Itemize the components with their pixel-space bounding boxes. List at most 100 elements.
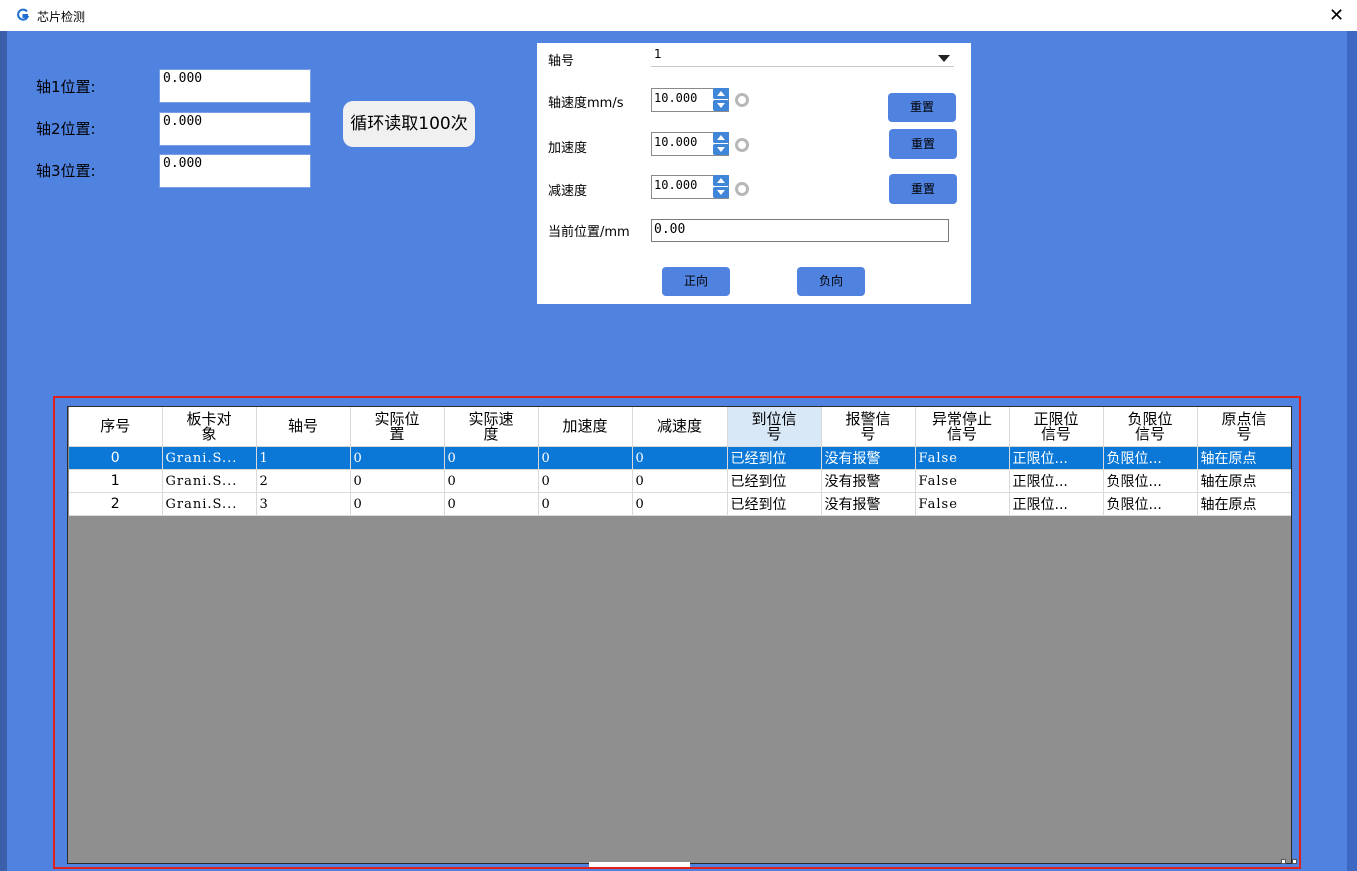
cell-card[interactable]: Grani.S... (162, 469, 257, 493)
grid-resize-handle[interactable] (1281, 859, 1286, 864)
cell-actual-position[interactable]: 0 (350, 446, 445, 470)
cell-acceleration[interactable]: 0 (538, 469, 633, 493)
column-header-abnormal-stop[interactable]: 异常停止信号 (915, 407, 1010, 447)
axis-speed-label: 轴速度mm/s (548, 96, 624, 111)
axis-status-grid[interactable]: 序号 板卡对象 轴号 实际位置 实际速度 加速度 减速度 到位信号 报警信号 异… (67, 406, 1292, 864)
table-row[interactable]: 2 Grani.S... 3 0 0 0 0 已经到位 没有报警 False 正… (69, 492, 1291, 516)
axis1-position-field[interactable]: 0.000 (159, 69, 311, 103)
deceleration-spinner[interactable] (713, 175, 729, 199)
close-button[interactable]: ✕ (1316, 0, 1357, 31)
cell-index[interactable]: 1 (69, 469, 163, 493)
axis3-position-field[interactable]: 0.000 (159, 154, 311, 188)
spin-up-icon[interactable] (713, 175, 729, 186)
axis-number-value: 1 (654, 47, 662, 61)
cell-positive-limit[interactable]: 正限位... (1009, 446, 1104, 470)
cell-card[interactable]: Grani.S... (162, 446, 257, 470)
cell-in-position[interactable]: 已经到位 (727, 492, 822, 516)
cell-acceleration[interactable]: 0 (538, 492, 633, 516)
axis-speed-spinner[interactable] (713, 88, 729, 112)
cell-in-position[interactable]: 已经到位 (727, 446, 822, 470)
background-window-edge-right (1347, 31, 1357, 871)
table-row[interactable]: 0 Grani.S... 1 0 0 0 0 已经到位 没有报警 False 正… (69, 446, 1291, 470)
cell-origin[interactable]: 轴在原点 (1197, 446, 1291, 470)
cell-actual-position[interactable]: 0 (350, 469, 445, 493)
forward-button[interactable]: 正向 (662, 267, 730, 296)
cell-actual-position[interactable]: 0 (350, 492, 445, 516)
cell-card[interactable]: Grani.S... (162, 492, 257, 516)
column-header-actual-position[interactable]: 实际位置 (350, 407, 445, 447)
acceleration-input[interactable]: 10.000 (651, 132, 729, 156)
axis-number-select[interactable]: 1 (651, 47, 954, 67)
cell-in-position[interactable]: 已经到位 (727, 469, 822, 493)
cell-actual-speed[interactable]: 0 (444, 469, 539, 493)
cell-index[interactable]: 0 (69, 446, 163, 470)
spin-down-icon[interactable] (713, 100, 729, 111)
cell-abnormal-stop[interactable]: False (915, 469, 1010, 493)
deceleration-input[interactable]: 10.000 (651, 175, 729, 199)
acceleration-spinner[interactable] (713, 132, 729, 156)
loop-read-button[interactable]: 循环读取100次 (343, 101, 475, 147)
axis-speed-value: 10.000 (654, 91, 698, 105)
axis1-position-label: 轴1位置: (36, 78, 96, 96)
spin-up-icon[interactable] (713, 132, 729, 143)
cell-positive-limit[interactable]: 正限位... (1009, 469, 1104, 493)
cell-positive-limit[interactable]: 正限位... (1009, 492, 1104, 516)
cell-deceleration[interactable]: 0 (632, 492, 728, 516)
table-row[interactable]: 1 Grani.S... 2 0 0 0 0 已经到位 没有报警 False 正… (69, 469, 1291, 493)
column-header-origin[interactable]: 原点信号 (1197, 407, 1291, 447)
cell-negative-limit[interactable]: 负限位... (1103, 492, 1198, 516)
column-header-axis[interactable]: 轴号 (256, 407, 351, 447)
column-header-in-position[interactable]: 到位信号 (727, 407, 822, 447)
column-header-index[interactable]: 序号 (69, 407, 163, 447)
window-title: 芯片检测 (37, 10, 86, 24)
column-header-alarm[interactable]: 报警信号 (821, 407, 916, 447)
grid-resize-handle-corner[interactable] (1292, 859, 1297, 864)
spin-down-icon[interactable] (713, 144, 729, 155)
cell-negative-limit[interactable]: 负限位... (1103, 469, 1198, 493)
axis-status-table: 序号 板卡对象 轴号 实际位置 实际速度 加速度 减速度 到位信号 报警信号 异… (69, 407, 1291, 516)
acceleration-value: 10.000 (654, 135, 698, 149)
column-header-acceleration[interactable]: 加速度 (538, 407, 633, 447)
reset-acceleration-button[interactable]: 重置 (889, 129, 957, 159)
current-position-field[interactable]: 0.00 (651, 219, 949, 242)
cell-deceleration[interactable]: 0 (632, 469, 728, 493)
horizontal-scroll-thumb[interactable] (589, 862, 690, 867)
column-header-deceleration[interactable]: 减速度 (632, 407, 728, 447)
cell-actual-speed[interactable]: 0 (444, 492, 539, 516)
axis-number-label: 轴号 (548, 54, 575, 69)
cell-abnormal-stop[interactable]: False (915, 492, 1010, 516)
cell-alarm[interactable]: 没有报警 (821, 446, 916, 470)
axis2-position-field[interactable]: 0.000 (159, 112, 311, 146)
spin-down-icon[interactable] (713, 187, 729, 198)
cell-axis[interactable]: 3 (256, 492, 351, 516)
cell-origin[interactable]: 轴在原点 (1197, 469, 1291, 493)
axis-speed-input[interactable]: 10.000 (651, 88, 729, 112)
column-header-negative-limit[interactable]: 负限位信号 (1103, 407, 1198, 447)
cell-actual-speed[interactable]: 0 (444, 446, 539, 470)
cell-axis[interactable]: 1 (256, 446, 351, 470)
acceleration-status-indicator (735, 138, 749, 152)
cell-alarm[interactable]: 没有报警 (821, 469, 916, 493)
dropdown-arrow-icon[interactable] (938, 55, 950, 62)
app-logo-icon (17, 8, 30, 21)
cell-acceleration[interactable]: 0 (538, 446, 633, 470)
axis3-position-label: 轴3位置: (36, 162, 96, 180)
column-header-actual-speed[interactable]: 实际速度 (444, 407, 539, 447)
reset-speed-button[interactable]: 重置 (888, 93, 956, 122)
deceleration-status-indicator (735, 182, 749, 196)
reverse-button[interactable]: 负向 (797, 267, 865, 296)
cell-index[interactable]: 2 (69, 492, 163, 516)
cell-axis[interactable]: 2 (256, 469, 351, 493)
cell-negative-limit[interactable]: 负限位... (1103, 446, 1198, 470)
acceleration-label: 加速度 (548, 141, 588, 156)
cell-abnormal-stop[interactable]: False (915, 446, 1010, 470)
cell-origin[interactable]: 轴在原点 (1197, 492, 1291, 516)
spin-up-icon[interactable] (713, 88, 729, 99)
reset-deceleration-button[interactable]: 重置 (889, 174, 957, 204)
title-bar: 芯片检测 ✕ (0, 0, 1357, 31)
column-header-positive-limit[interactable]: 正限位信号 (1009, 407, 1104, 447)
cell-alarm[interactable]: 没有报警 (821, 492, 916, 516)
cell-deceleration[interactable]: 0 (632, 446, 728, 470)
column-header-card[interactable]: 板卡对象 (162, 407, 257, 447)
deceleration-value: 10.000 (654, 178, 698, 192)
